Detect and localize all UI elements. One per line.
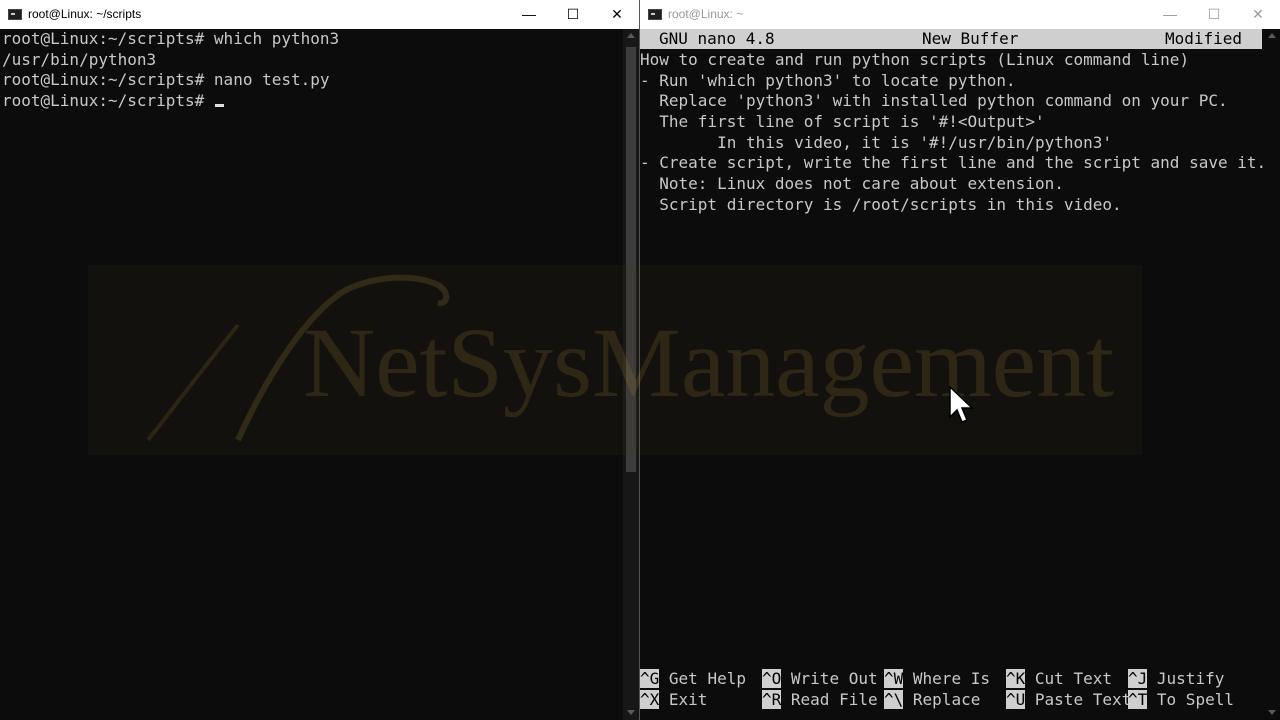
minimize-button[interactable]: — [1148, 0, 1192, 29]
editor-line[interactable]: Note: Linux does not care about extensio… [640, 174, 1064, 194]
shortcut-write-out[interactable]: ^O Write Out [762, 669, 878, 689]
shortcut-key: ^X [640, 690, 660, 709]
buffer-name: New Buffer [922, 29, 1019, 48]
shortcut-exit[interactable]: ^X Exit [640, 690, 707, 710]
shortcut-key: ^R [762, 690, 782, 709]
scrollbar-thumb[interactable] [626, 47, 636, 472]
editor-line[interactable]: In this video, it is '#!/usr/bin/python3… [640, 133, 1112, 153]
shortcut-to-spell[interactable]: ^T To Spell [1128, 690, 1234, 710]
shortcut-get-help[interactable]: ^G Get Help [640, 669, 746, 689]
shortcut-key: ^W [884, 669, 904, 688]
left-terminal-window[interactable]: root@Linux: ~/scripts — ☐ ✕ root@Linux:~… [0, 0, 640, 720]
title-bar[interactable]: root@Linux: ~ — ☐ ✕ [640, 0, 1280, 29]
shortcut-read-file[interactable]: ^R Read File [762, 690, 878, 710]
scroll-up-arrow-icon[interactable] [627, 33, 635, 38]
console-window-icon [8, 9, 22, 20]
shortcut-key: ^K [1006, 669, 1026, 688]
terminal-line: root@Linux:~/scripts# nano test.py [2, 70, 330, 89]
terminal-output[interactable]: root@Linux:~/scripts# which python3 /usr… [0, 29, 639, 720]
shortcut-key: ^J [1128, 669, 1148, 688]
shortcut-label: Justify [1156, 669, 1225, 688]
close-button[interactable]: ✕ [1236, 0, 1280, 29]
editor-line[interactable]: Replace 'python3' with installed python … [640, 91, 1227, 111]
scroll-up-arrow-icon[interactable] [1268, 33, 1276, 38]
title-bar[interactable]: root@Linux: ~/scripts — ☐ ✕ [0, 0, 639, 29]
shortcut-justify[interactable]: ^J Justify [1128, 669, 1224, 689]
shortcut-label: Cut Text [1034, 669, 1112, 688]
shortcut-cut-text[interactable]: ^K Cut Text [1006, 669, 1112, 689]
editor-line[interactable]: Script directory is /root/scripts in thi… [640, 195, 1121, 215]
shortcut-label: Read File [790, 690, 878, 709]
shortcut-label: Exit [668, 690, 708, 709]
editor-line[interactable]: - Create script, write the first line an… [640, 153, 1266, 173]
nano-version: GNU nano 4.8 [659, 29, 775, 48]
terminal-line: root@Linux:~/scripts# which python3 [2, 29, 340, 48]
shortcut-label: Write Out [790, 669, 878, 688]
console-window-icon [648, 9, 662, 20]
close-button[interactable]: ✕ [595, 0, 639, 29]
modified-status: Modified [1165, 29, 1243, 48]
shortcut-key: ^T [1128, 690, 1148, 709]
terminal-prompt-line: root@Linux:~/scripts# [2, 91, 224, 111]
nano-header-bar: GNU nano 4.8 New Buffer Modified [640, 29, 1262, 49]
editor-line[interactable]: How to create and run python scripts (Li… [640, 50, 1189, 70]
window-title: root@Linux: ~ [668, 7, 744, 21]
minimize-button[interactable]: — [507, 0, 551, 29]
shortcut-label: Get Help [668, 669, 746, 688]
prompt-text: root@Linux:~/scripts# [2, 91, 214, 110]
shortcut-label: Where Is [912, 669, 990, 688]
mouse-pointer-icon [949, 385, 974, 423]
right-terminal-window[interactable]: root@Linux: ~ — ☐ ✕ GNU nano 4.8 New Buf… [640, 0, 1280, 720]
shortcut-key: ^G [640, 669, 660, 688]
scroll-down-arrow-icon[interactable] [1268, 710, 1276, 715]
shortcut-label: Replace [912, 690, 981, 709]
shortcut-where-is[interactable]: ^W Where Is [884, 669, 990, 689]
shortcut-label: To Spell [1156, 690, 1234, 709]
shortcut-key: ^O [762, 669, 782, 688]
shortcut-label: Paste Text [1034, 690, 1132, 709]
shortcut-key: ^\ [884, 690, 904, 709]
maximize-button[interactable]: ☐ [551, 0, 595, 29]
vertical-scrollbar[interactable] [1264, 29, 1280, 720]
nano-editor[interactable]: GNU nano 4.8 New Buffer Modified How to … [640, 29, 1280, 720]
terminal-line: /usr/bin/python3 [2, 50, 157, 69]
editor-line[interactable]: - Run 'which python3' to locate python. [640, 71, 1016, 91]
text-cursor [214, 104, 224, 107]
shortcut-key: ^U [1006, 690, 1026, 709]
maximize-button[interactable]: ☐ [1192, 0, 1236, 29]
shortcut-paste-text[interactable]: ^U Paste Text [1006, 690, 1131, 710]
shortcut-replace[interactable]: ^\ Replace [884, 690, 980, 710]
vertical-scrollbar[interactable] [623, 29, 639, 720]
scroll-down-arrow-icon[interactable] [627, 710, 635, 715]
editor-line[interactable]: The first line of script is '#!<Output>' [640, 112, 1044, 132]
window-title: root@Linux: ~/scripts [28, 7, 142, 21]
